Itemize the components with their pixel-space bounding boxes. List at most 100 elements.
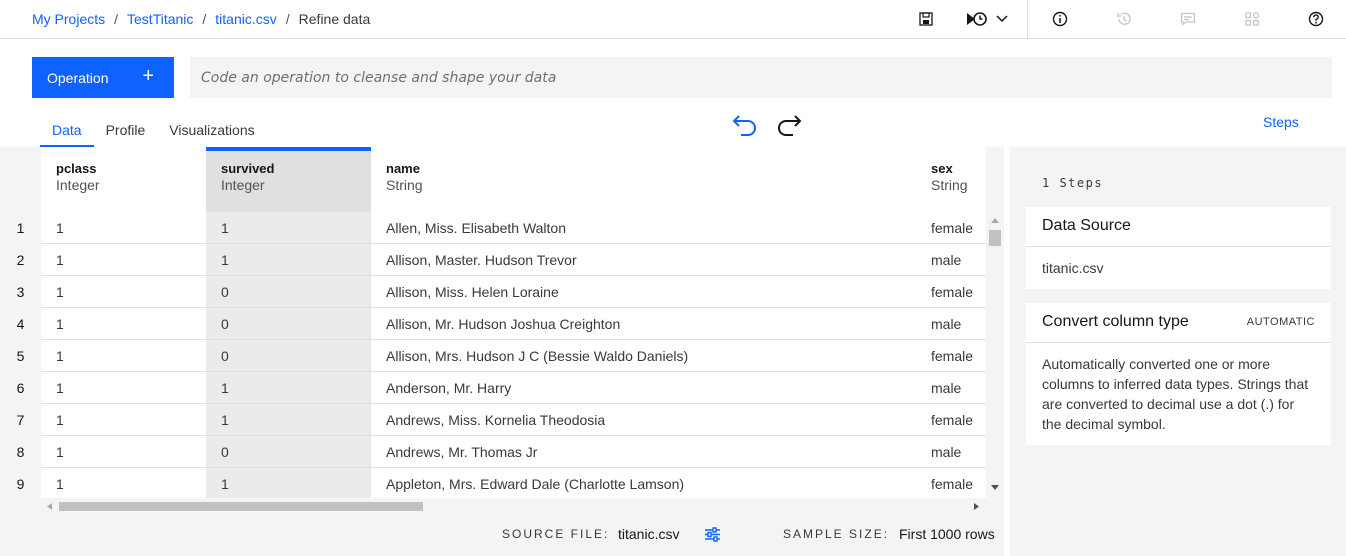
info-icon[interactable] bbox=[1051, 10, 1069, 28]
tab-visualizations[interactable]: Visualizations bbox=[157, 113, 266, 147]
cell-pclass[interactable]: 1 bbox=[41, 372, 206, 404]
row-number: 6 bbox=[0, 372, 41, 404]
step-title: Data Source bbox=[1026, 207, 1331, 247]
redo-icon[interactable] bbox=[775, 114, 803, 141]
table-row: 5 1 0 Allison, Mrs. Hudson J C (Bessie Wald… bbox=[0, 340, 986, 372]
source-file-value: titanic.csv bbox=[618, 526, 680, 542]
cell-sex[interactable]: female bbox=[916, 340, 986, 372]
cell-sex[interactable]: male bbox=[916, 244, 986, 276]
sample-size-label: SAMPLE SIZE: bbox=[783, 527, 890, 541]
step-card-data-source[interactable]: Data Source titanic.csv bbox=[1026, 207, 1331, 289]
cell-sex[interactable]: male bbox=[916, 372, 986, 404]
cell-pclass[interactable]: 1 bbox=[41, 308, 206, 340]
table-row: 7 1 1 Andrews, Miss. Kornelia Theodosia fema… bbox=[0, 404, 986, 436]
step-header: Convert column type AUTOMATIC bbox=[1026, 303, 1331, 343]
column-header-name[interactable]: name String bbox=[371, 147, 916, 212]
vertical-scroll-thumb[interactable] bbox=[989, 230, 1001, 246]
history-icon bbox=[1115, 10, 1133, 28]
save-icon[interactable] bbox=[917, 10, 935, 28]
undo-icon[interactable] bbox=[731, 114, 759, 141]
operation-button[interactable]: Operation + bbox=[32, 57, 174, 98]
table-row: 3 1 0 Allison, Miss. Helen Loraine female bbox=[0, 276, 986, 308]
step-body: Automatically converted one or more colu… bbox=[1042, 356, 1309, 432]
column-type: String bbox=[931, 177, 968, 193]
cell-pclass[interactable]: 1 bbox=[41, 436, 206, 468]
plus-icon: + bbox=[142, 65, 154, 87]
row-number: 4 bbox=[0, 308, 41, 340]
settings-sliders-icon[interactable] bbox=[704, 526, 721, 546]
cell-sex[interactable]: female bbox=[916, 468, 986, 498]
cell-survived[interactable]: 0 bbox=[206, 436, 371, 468]
cell-pclass[interactable]: 1 bbox=[41, 468, 206, 498]
operation-code-input[interactable] bbox=[190, 57, 1332, 98]
row-number: 5 bbox=[0, 340, 41, 372]
schedule-job-icon[interactable] bbox=[965, 10, 989, 28]
column-type: String bbox=[386, 177, 423, 193]
breadcrumb-project[interactable]: TestTitanic bbox=[127, 11, 193, 27]
help-icon[interactable] bbox=[1307, 10, 1325, 28]
cell-name[interactable]: Andrews, Mr. Thomas Jr bbox=[371, 436, 916, 468]
column-name: survived bbox=[221, 161, 275, 176]
cell-survived[interactable]: 1 bbox=[206, 244, 371, 276]
cell-name[interactable]: Allison, Mr. Hudson Joshua Creighton bbox=[371, 308, 916, 340]
cell-name[interactable]: Allison, Miss. Helen Loraine bbox=[371, 276, 916, 308]
column-header-survived[interactable]: survived Integer bbox=[206, 147, 371, 212]
cell-survived[interactable]: 1 bbox=[206, 468, 371, 498]
row-number: 3 bbox=[0, 276, 41, 308]
cell-sex[interactable]: male bbox=[916, 308, 986, 340]
table-row: 8 1 0 Andrews, Mr. Thomas Jr male bbox=[0, 436, 986, 468]
source-file-label: SOURCE FILE: bbox=[502, 527, 610, 541]
cell-survived[interactable]: 0 bbox=[206, 276, 371, 308]
cell-survived[interactable]: 1 bbox=[206, 212, 371, 244]
cell-name[interactable]: Allison, Mrs. Hudson J C (Bessie Waldo D… bbox=[371, 340, 916, 372]
column-header-sex[interactable]: sex String bbox=[916, 147, 986, 212]
row-number: 2 bbox=[0, 244, 41, 276]
breadcrumb-my-projects[interactable]: My Projects bbox=[32, 11, 105, 27]
scroll-left-icon[interactable] bbox=[45, 502, 53, 511]
cell-pclass[interactable]: 1 bbox=[41, 212, 206, 244]
table-row: 6 1 1 Anderson, Mr. Harry male bbox=[0, 372, 986, 404]
breadcrumb: My Projects / TestTitanic / titanic.csv … bbox=[32, 11, 370, 27]
scroll-down-icon[interactable] bbox=[990, 484, 1000, 492]
horizontal-scroll-thumb[interactable] bbox=[59, 502, 423, 511]
breadcrumb-file[interactable]: titanic.csv bbox=[215, 11, 276, 27]
table-row: 2 1 1 Allison, Master. Hudson Trevor male bbox=[0, 244, 986, 276]
step-body: titanic.csv bbox=[1042, 260, 1104, 276]
scroll-up-icon[interactable] bbox=[990, 216, 1000, 224]
steps-count: 1 Steps bbox=[1042, 176, 1104, 190]
top-bar: My Projects / TestTitanic / titanic.csv … bbox=[0, 0, 1346, 39]
step-card-convert-column-type[interactable]: Convert column type AUTOMATIC Automatica… bbox=[1026, 303, 1331, 445]
cell-pclass[interactable]: 1 bbox=[41, 340, 206, 372]
cell-sex[interactable]: female bbox=[916, 276, 986, 308]
cell-name[interactable]: Appleton, Mrs. Edward Dale (Charlotte La… bbox=[371, 468, 916, 498]
cell-pclass[interactable]: 1 bbox=[41, 404, 206, 436]
row-number: 8 bbox=[0, 436, 41, 468]
cell-survived[interactable]: 0 bbox=[206, 308, 371, 340]
chevron-down-icon[interactable] bbox=[993, 10, 1011, 28]
cell-pclass[interactable]: 1 bbox=[41, 244, 206, 276]
sample-size-value: First 1000 rows bbox=[899, 526, 995, 542]
table-row: 4 1 0 Allison, Mr. Hudson Joshua Creighton m… bbox=[0, 308, 986, 340]
cell-survived[interactable]: 1 bbox=[206, 372, 371, 404]
cell-name[interactable]: Allison, Master. Hudson Trevor bbox=[371, 244, 916, 276]
cell-survived[interactable]: 0 bbox=[206, 340, 371, 372]
tab-profile[interactable]: Profile bbox=[94, 113, 158, 147]
cell-survived[interactable]: 1 bbox=[206, 404, 371, 436]
scroll-right-icon[interactable] bbox=[973, 502, 981, 511]
view-tabs: Data Profile Visualizations bbox=[40, 113, 267, 147]
steps-toggle-link[interactable]: Steps bbox=[1263, 114, 1299, 130]
column-header-pclass[interactable]: pclass Integer bbox=[41, 147, 206, 212]
tab-data[interactable]: Data bbox=[40, 113, 94, 147]
cell-sex[interactable]: male bbox=[916, 436, 986, 468]
cell-sex[interactable]: female bbox=[916, 212, 986, 244]
step-title: Convert column type bbox=[1042, 313, 1189, 330]
cell-name[interactable]: Andrews, Miss. Kornelia Theodosia bbox=[371, 404, 916, 436]
cell-name[interactable]: Allen, Miss. Elisabeth Walton bbox=[371, 212, 916, 244]
column-name: sex bbox=[931, 161, 953, 176]
cell-name[interactable]: Anderson, Mr. Harry bbox=[371, 372, 916, 404]
horizontal-scrollbar[interactable] bbox=[41, 498, 986, 515]
grid-body: 1 1 1 Allen, Miss. Elisabeth Walton female 2 1… bbox=[0, 212, 986, 498]
vertical-scrollbar[interactable] bbox=[986, 212, 1004, 498]
cell-pclass[interactable]: 1 bbox=[41, 276, 206, 308]
cell-sex[interactable]: female bbox=[916, 404, 986, 436]
